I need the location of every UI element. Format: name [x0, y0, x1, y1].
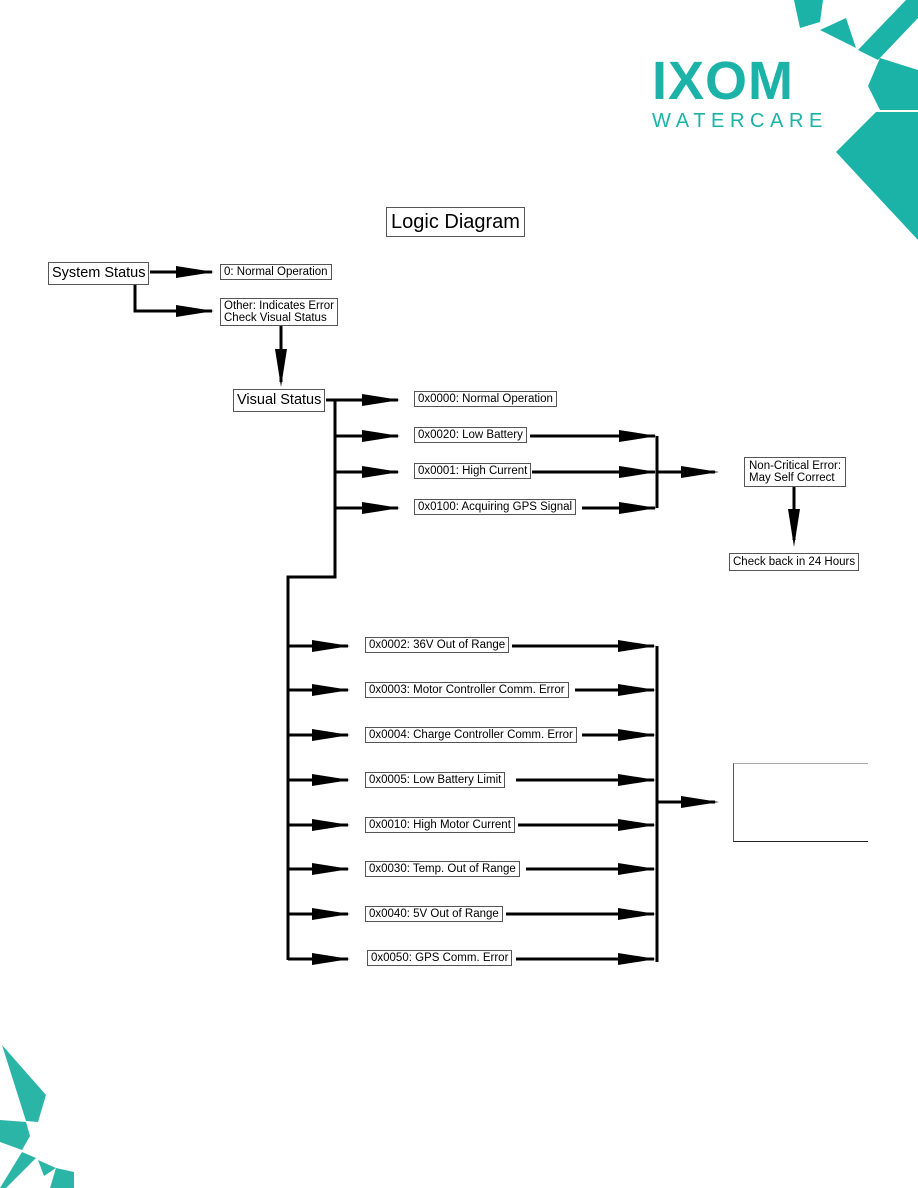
arrowhead: [362, 430, 400, 442]
connector-line: [133, 284, 212, 313]
arrowhead: [312, 729, 350, 741]
arrowhead: [619, 466, 657, 478]
critical-code-node: 0x0003: Motor Controller Comm. Error: [365, 682, 569, 698]
non-critical-result-node: Non-Critical Error: May Self Correct: [744, 457, 847, 487]
non-critical-code-node: 0x0001: High Current: [414, 463, 532, 479]
connector-line: [286, 400, 337, 960]
critical-code-node: 0x0005: Low Battery Limit: [365, 772, 506, 788]
arrowhead: [275, 349, 287, 387]
visual-status-node: Visual Status: [233, 389, 326, 412]
system-other-line2: Check Visual Status: [224, 312, 327, 324]
arrowhead: [618, 640, 656, 652]
arrowhead: [176, 305, 214, 317]
arrowhead: [362, 394, 400, 406]
arrowhead: [312, 640, 350, 652]
non-critical-code-node: 0x0100: Acquiring GPS Signal: [414, 499, 577, 515]
non-critical-action-node: Check back in 24 Hours: [729, 553, 860, 571]
arrowhead: [619, 430, 657, 442]
non-critical-result-line1: Non-Critical Error:: [749, 460, 842, 472]
system-status-node: System Status: [48, 262, 150, 285]
arrowhead: [681, 466, 719, 478]
arrowhead: [176, 266, 214, 278]
non-critical-result-line2: May Self Correct: [749, 472, 835, 484]
critical-result-node: [733, 763, 868, 842]
arrowhead: [618, 908, 656, 920]
critical-code-node: 0x0002: 36V Out of Range: [365, 637, 510, 653]
arrowhead: [618, 863, 656, 875]
arrowhead: [681, 796, 719, 808]
arrowhead: [362, 466, 400, 478]
system-normal-node: 0: Normal Operation: [220, 264, 332, 280]
critical-code-node: 0x0050: GPS Comm. Error: [367, 950, 513, 966]
diagram-connectors: [133, 266, 800, 965]
arrowhead: [312, 908, 350, 920]
critical-code-node: 0x0004: Charge Controller Comm. Error: [365, 727, 577, 743]
arrowhead: [618, 729, 656, 741]
critical-code-node: 0x0040: 5V Out of Range: [365, 906, 503, 922]
diagram-title: Logic Diagram: [386, 207, 525, 237]
arrowhead: [619, 502, 657, 514]
arrowhead: [618, 819, 656, 831]
critical-code-node: 0x0010: High Motor Current: [365, 817, 515, 833]
arrowhead: [362, 502, 400, 514]
arrowhead: [312, 863, 350, 875]
critical-code-node: 0x0030: Temp. Out of Range: [365, 861, 520, 877]
visual-normal-node: 0x0000: Normal Operation: [414, 391, 557, 407]
arrowhead: [618, 684, 656, 696]
arrowhead: [312, 819, 350, 831]
system-other-line1: Other: Indicates Error: [224, 300, 334, 312]
arrowhead: [312, 774, 350, 786]
non-critical-code-node: 0x0020: Low Battery: [414, 427, 527, 443]
system-other-node: Other: Indicates Error Check Visual Stat…: [220, 298, 338, 326]
arrowhead: [312, 684, 350, 696]
arrowhead: [312, 953, 350, 965]
arrowhead: [618, 953, 656, 965]
arrowhead: [618, 774, 656, 786]
arrowhead: [788, 509, 800, 547]
